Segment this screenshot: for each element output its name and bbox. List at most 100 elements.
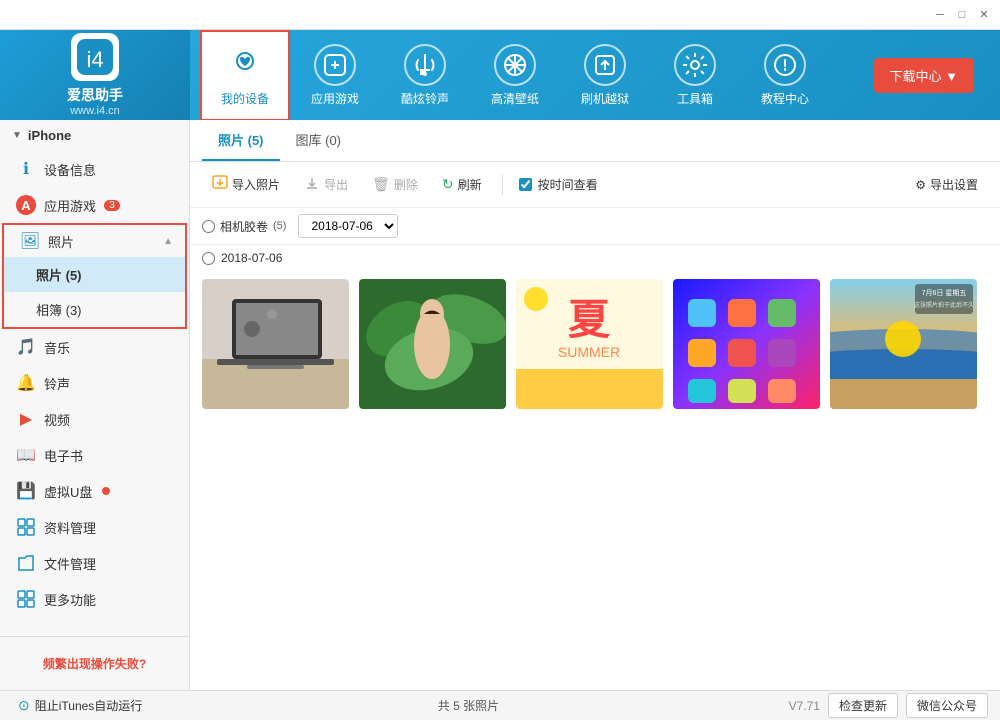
nav-jailbreak[interactable]: 刷机越狱 [560,30,650,120]
sidebar-item-music[interactable]: 🎵 音乐 [0,329,189,365]
app-games-sidebar-label: 应用游戏 [44,196,96,215]
date-group-radio[interactable] [202,252,215,265]
sidebar-photos-header[interactable]: 🖼 照片 ▲ [4,225,185,257]
photo-item-2[interactable] [359,279,506,409]
refresh-icon: ↻ [442,176,454,193]
nav-toolbox[interactable]: 工具箱 [650,30,740,120]
photo-item-3[interactable]: 夏 SUMMER [516,279,663,409]
filter-bar: 相机胶卷 (5) 2018-07-06 [190,208,1000,245]
toolbar-right: ⚙ 导出设置 [905,171,988,198]
version-label: V7.71 [789,699,820,713]
sidebar-item-videos[interactable]: ▶ 视频 [0,401,189,437]
delete-label: 删除 [394,176,418,193]
sidebar-item-virtual-udisk[interactable]: 💾 虚拟U盘 [0,473,189,509]
nav-app-games[interactable]: 应用游戏 [290,30,380,120]
sidebar-item-data-manage[interactable]: 资料管理 [0,509,189,545]
time-view-checkbox[interactable] [519,178,532,191]
export-icon [304,175,320,194]
itunes-stop-button[interactable]: ⊙ 阻止iTunes自动运行 [12,695,148,716]
photo-item-4[interactable] [673,279,820,409]
export-settings-button[interactable]: ⚙ 导出设置 [905,171,988,198]
more-features-icon [16,589,36,609]
music-label: 音乐 [44,338,70,357]
logo-area: i4 爱思助手 www.i4.cn [0,30,190,120]
sidebar-item-ebooks[interactable]: 📖 电子书 [0,437,189,473]
sidebar-item-file-manage[interactable]: 文件管理 [0,545,189,581]
tab-photos[interactable]: 照片 (5) [202,120,280,161]
camera-roll-radio[interactable] [202,220,215,233]
sidebar-device[interactable]: ▼ iPhone [0,120,189,151]
export-label: 导出 [324,176,348,193]
camera-roll-count: (5) [273,220,286,232]
maximize-button[interactable]: □ [954,7,970,23]
nav-ringtones-label: 酷炫铃声 [401,90,449,107]
file-manage-icon [16,553,36,573]
header: i4 爱思助手 www.i4.cn 我的设备 应用游戏 [0,30,1000,120]
toolbar-divider [502,175,503,195]
sidebar-item-app-games[interactable]: A 应用游戏 3 [0,187,189,223]
camera-roll-option[interactable]: 相机胶卷 (5) [202,218,286,235]
content-area: 照片 (5) 图库 (0) 导入照片 导出 [190,120,1000,690]
ebooks-icon: 📖 [16,445,36,465]
data-manage-label: 资料管理 [44,518,96,537]
svg-text:i4: i4 [86,47,103,72]
device-collapse-arrow: ▼ [12,130,22,141]
sidebar-item-albums-sub[interactable]: 相簿 (3) [4,292,185,327]
device-info-icon: ℹ [16,159,36,179]
time-view-check[interactable]: 按时间查看 [519,176,598,193]
delete-icon: 🗑 [372,176,390,193]
footer-left: ⊙ 阻止iTunes自动运行 [12,695,148,716]
itunes-stop-label: 阻止iTunes自动运行 [35,697,143,714]
photo-item-1[interactable] [202,279,349,409]
download-center-button[interactable]: 下载中心 ▼ [874,58,974,93]
music-icon: 🎵 [16,337,36,357]
nav-app-games-label: 应用游戏 [311,90,359,107]
nav-toolbox-label: 工具箱 [677,90,713,107]
wechat-button[interactable]: 微信公众号 [906,693,988,718]
sidebar-item-more-features[interactable]: 更多功能 [0,581,189,617]
minimize-button[interactable]: ─ [932,7,948,23]
nav-jailbreak-label: 刷机越狱 [581,90,629,107]
device-label: iPhone [28,128,71,143]
albums-sub-label: 相簿 (3) [36,300,82,319]
import-photos-button[interactable]: 导入照片 [202,170,290,199]
photos-group-label: 照片 [48,232,74,251]
nav-ringtones[interactable]: 酷炫铃声 [380,30,470,120]
photo-count-label: 共 5 张照片 [438,699,499,713]
date-select[interactable]: 2018-07-06 [298,214,398,238]
date-group-label: 2018-07-06 [221,251,282,265]
nav-wallpapers[interactable]: 高清壁纸 [470,30,560,120]
sidebar-item-photos-sub[interactable]: 照片 (5) [4,257,185,292]
jailbreak-icon [584,44,626,86]
photo-item-5[interactable]: 7月6日 星期五 这张照片拍于此后不久 [830,279,977,409]
time-view-label: 按时间查看 [538,176,598,193]
file-manage-label: 文件管理 [44,554,96,573]
freq-fail-button[interactable]: 频繁出现操作失败? [10,647,179,680]
nav-tutorials-label: 教程中心 [761,90,809,107]
check-update-button[interactable]: 检查更新 [828,693,898,718]
toolbar: 导入照片 导出 🗑 删除 ↻ 刷新 按时间查看 [190,162,1000,208]
tab-gallery[interactable]: 图库 (0) [280,120,358,161]
videos-icon: ▶ [16,409,36,429]
nav-my-device[interactable]: 我的设备 [200,30,290,120]
sidebar-item-device-info[interactable]: ℹ 设备信息 [0,151,189,187]
itunes-circle-icon: ⊙ [18,697,30,714]
app-games-badge: 3 [104,200,120,211]
close-button[interactable]: ✕ [976,7,992,23]
footer-right: V7.71 检查更新 微信公众号 [789,693,988,718]
export-settings-label: 导出设置 [930,176,978,193]
wallpapers-icon [494,44,536,86]
nav-area: 我的设备 应用游戏 酷炫铃声 [190,30,1000,120]
app-games-icon [314,44,356,86]
toolbox-icon [674,44,716,86]
nav-tutorials[interactable]: 教程中心 [740,30,830,120]
export-button[interactable]: 导出 [294,170,358,199]
title-bar: ─ □ ✕ [0,0,1000,30]
logo-name: 爱思助手 [67,85,123,105]
refresh-button[interactable]: ↻ 刷新 [432,171,492,198]
virtual-udisk-dot [102,487,110,495]
photos-expand-icon: ▲ [163,236,173,247]
footer-center: 共 5 张照片 [156,697,780,714]
sidebar-item-ringtones[interactable]: 🔔 铃声 [0,365,189,401]
delete-button[interactable]: 🗑 删除 [362,171,428,198]
